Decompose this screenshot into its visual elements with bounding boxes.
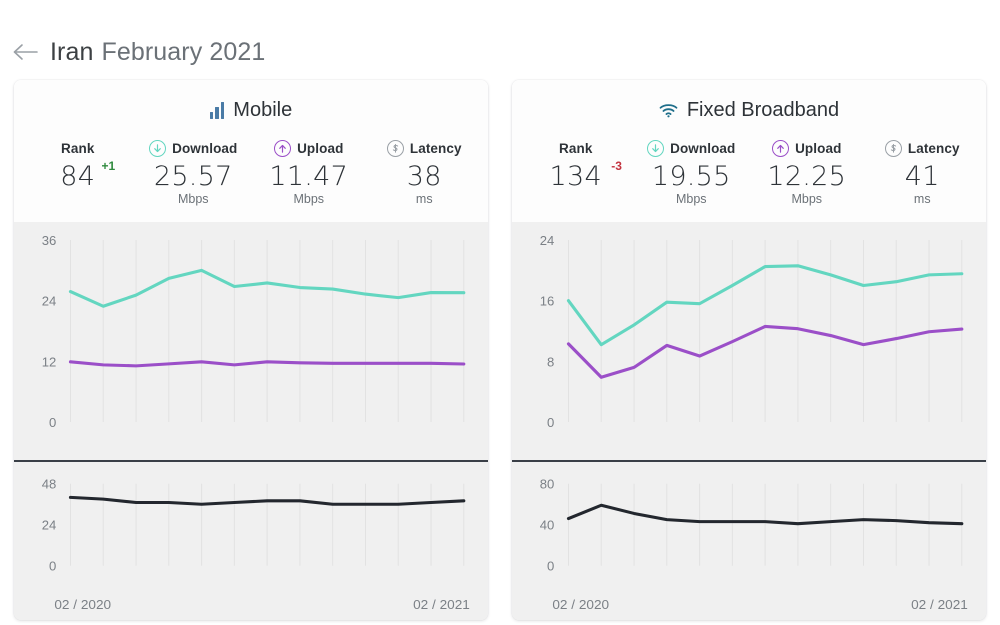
stat-download-fixed: Download 19.55 Mbps <box>634 138 750 206</box>
svg-text:02 / 2020: 02 / 2020 <box>54 597 111 612</box>
stat-rank-delta: -3 <box>611 159 622 173</box>
stat-latency-value: 38 <box>406 161 442 192</box>
stat-download-mobile: Download 25.57 Mbps <box>136 138 252 206</box>
stat-download-unit: Mbps <box>177 192 209 207</box>
stat-rank-mobile: Rank 84 +1 <box>20 138 136 206</box>
stat-upload-value: 11.47 <box>269 161 349 192</box>
chart-fixed-speed-svg: 0 8 16 24 <box>540 233 964 430</box>
cards-container: Mobile Rank 84 +1 Download 25.57 Mbps Up… <box>0 74 1000 620</box>
card-fixed-header: Fixed Broadband Rank 134 -3 Download 19.… <box>512 80 986 223</box>
download-icon <box>647 139 665 157</box>
card-mobile-stats: Rank 84 +1 Download 25.57 Mbps Upload 11… <box>14 126 488 222</box>
svg-text:40: 40 <box>540 518 555 533</box>
latency-icon <box>386 139 404 157</box>
latency-icon <box>884 139 902 157</box>
svg-text:0: 0 <box>547 415 554 430</box>
svg-text:80: 80 <box>540 477 555 492</box>
chart-mobile-speed: 0 12 24 36 <box>14 222 488 461</box>
stat-download-label: Download <box>670 140 736 156</box>
stat-latency-mobile: Latency 38 ms <box>367 138 483 206</box>
upload-icon <box>772 139 790 157</box>
stat-upload-mobile: Upload 11.47 Mbps <box>251 138 367 206</box>
chart-fixed-latency: 0 40 80 02 / 2020 02 / 2021 <box>512 460 986 620</box>
svg-text:0: 0 <box>49 415 56 430</box>
page-root: Iran February 2021 Mobile Rank 84 +1 Dow… <box>0 0 1000 625</box>
stat-latency-label: Latency <box>409 140 462 156</box>
card-fixed-broadband: Fixed Broadband Rank 134 -3 Download 19.… <box>512 80 986 620</box>
stat-latency-value: 41 <box>904 161 940 192</box>
stat-rank-value: 84 <box>60 161 96 192</box>
stat-download-unit: Mbps <box>675 192 707 207</box>
stat-rank-label: Rank <box>61 140 95 156</box>
stat-rank-delta: +1 <box>101 159 116 173</box>
stat-upload-unit: Mbps <box>791 192 823 207</box>
chart-fixed-speed: 0 8 16 24 <box>512 222 986 461</box>
svg-text:16: 16 <box>540 294 555 309</box>
card-mobile-header: Mobile Rank 84 +1 Download 25.57 Mbps Up… <box>14 80 488 223</box>
svg-text:24: 24 <box>540 233 555 248</box>
svg-text:8: 8 <box>547 355 554 370</box>
svg-text:0: 0 <box>49 559 56 574</box>
card-fixed-title: Fixed Broadband <box>686 98 840 121</box>
stat-rank-label: Rank <box>559 140 593 156</box>
stat-download-value: 25.57 <box>153 161 233 192</box>
stat-upload-unit: Mbps <box>293 192 325 207</box>
stat-upload-label: Upload <box>795 140 842 156</box>
svg-text:48: 48 <box>42 477 57 492</box>
chart-mobile-latency: 0 24 48 02 / 2020 02 / 2021 <box>14 460 488 620</box>
page-title: Iran February 2021 <box>50 38 265 67</box>
svg-text:36: 36 <box>42 233 57 248</box>
download-icon <box>149 139 167 157</box>
page-title-country: Iran <box>50 37 94 66</box>
svg-text:12: 12 <box>42 355 57 370</box>
chart-mobile-latency-svg: 0 24 48 02 / 2020 02 / 2021 <box>42 477 470 612</box>
chart-fixed-latency-svg: 0 40 80 02 / 2020 02 / 2021 <box>540 477 968 612</box>
page-title-period: February 2021 <box>101 37 266 66</box>
stat-rank-fixed: Rank 134 -3 <box>518 138 634 206</box>
signal-bars-icon <box>209 101 225 119</box>
svg-text:0: 0 <box>547 559 554 574</box>
card-fixed-title-row: Fixed Broadband <box>512 94 986 126</box>
upload-icon <box>274 139 292 157</box>
card-mobile-title-row: Mobile <box>14 94 488 126</box>
stat-upload-label: Upload <box>297 140 344 156</box>
stat-latency-label: Latency <box>907 140 960 156</box>
back-arrow-icon[interactable] <box>12 39 38 65</box>
stat-rank-value: 134 <box>549 161 602 192</box>
svg-text:02 / 2021: 02 / 2021 <box>911 597 968 612</box>
card-mobile-title: Mobile <box>233 98 293 121</box>
card-fixed-stats: Rank 134 -3 Download 19.55 Mbps Upload 1… <box>512 126 986 222</box>
stat-latency-unit: ms <box>415 192 433 207</box>
stat-latency-fixed: Latency 41 ms <box>865 138 981 206</box>
stat-upload-value: 12.25 <box>767 161 847 192</box>
chart-mobile-speed-svg: 0 12 24 36 <box>42 233 466 430</box>
svg-text:02 / 2020: 02 / 2020 <box>552 597 609 612</box>
card-mobile: Mobile Rank 84 +1 Download 25.57 Mbps Up… <box>14 80 488 620</box>
wifi-icon <box>659 103 678 118</box>
svg-text:24: 24 <box>42 518 57 533</box>
stat-upload-fixed: Upload 12.25 Mbps <box>749 138 865 206</box>
svg-text:24: 24 <box>42 294 57 309</box>
stat-latency-unit: ms <box>913 192 931 207</box>
stat-download-label: Download <box>172 140 238 156</box>
page-header: Iran February 2021 <box>0 0 1000 74</box>
svg-text:02 / 2021: 02 / 2021 <box>413 597 470 612</box>
stat-download-value: 19.55 <box>651 161 731 192</box>
